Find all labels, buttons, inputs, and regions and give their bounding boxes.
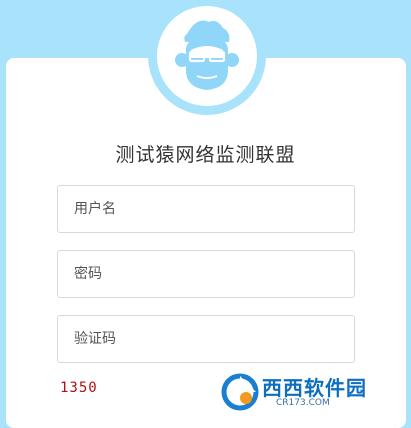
password-input[interactable] — [57, 250, 355, 298]
captcha-image[interactable]: 1350 — [60, 380, 98, 396]
page-title: 测试猿网络监测联盟 — [115, 144, 296, 166]
monkey-with-glasses-icon — [175, 20, 239, 90]
watermark-text: 西西软件园 — [262, 376, 367, 400]
captcha-input[interactable] — [57, 315, 355, 363]
username-input[interactable] — [57, 185, 355, 233]
watermark-subtext: CR173.COM — [276, 398, 330, 408]
